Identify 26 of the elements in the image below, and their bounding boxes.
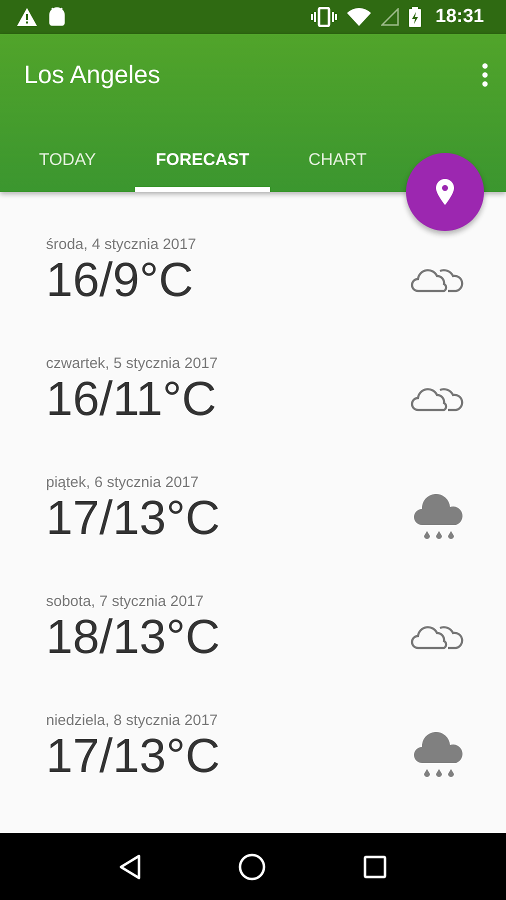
forecast-date: czwartek, 5 stycznia 2017 <box>46 355 218 372</box>
vibrate-icon <box>311 7 338 27</box>
forecast-temperature: 17/13°C <box>46 733 220 781</box>
android-icon <box>48 7 66 27</box>
battery-charging-icon <box>409 7 422 27</box>
forecast-date: sobota, 7 stycznia 2017 <box>46 593 204 610</box>
forecast-temperature: 17/13°C <box>46 495 220 543</box>
back-icon[interactable] <box>118 854 141 880</box>
home-icon[interactable] <box>238 852 266 880</box>
tab[interactable]: CHART <box>270 150 405 192</box>
forecast-date: piątek, 6 stycznia 2017 <box>46 474 199 491</box>
warning-icon <box>16 7 38 27</box>
signal-icon <box>381 8 400 26</box>
forecast-temperature: 16/11°C <box>46 376 216 424</box>
status-time: 18:31 <box>435 6 484 28</box>
forecast-date: niedziela, 8 stycznia 2017 <box>46 712 218 729</box>
recents-icon[interactable] <box>363 854 388 878</box>
forecast-temperature: 18/13°C <box>46 614 220 662</box>
wifi-icon <box>347 8 372 26</box>
location-pin-icon <box>436 179 454 205</box>
more-menu-icon[interactable] <box>482 63 488 87</box>
tab[interactable]: TODAY <box>0 150 135 192</box>
app-title: Los Angeles <box>24 60 162 90</box>
tab[interactable]: FORECAST <box>135 150 270 192</box>
forecast-temperature: 16/9°C <box>46 257 194 305</box>
forecast-date: środa, 4 stycznia 2017 <box>46 236 196 253</box>
